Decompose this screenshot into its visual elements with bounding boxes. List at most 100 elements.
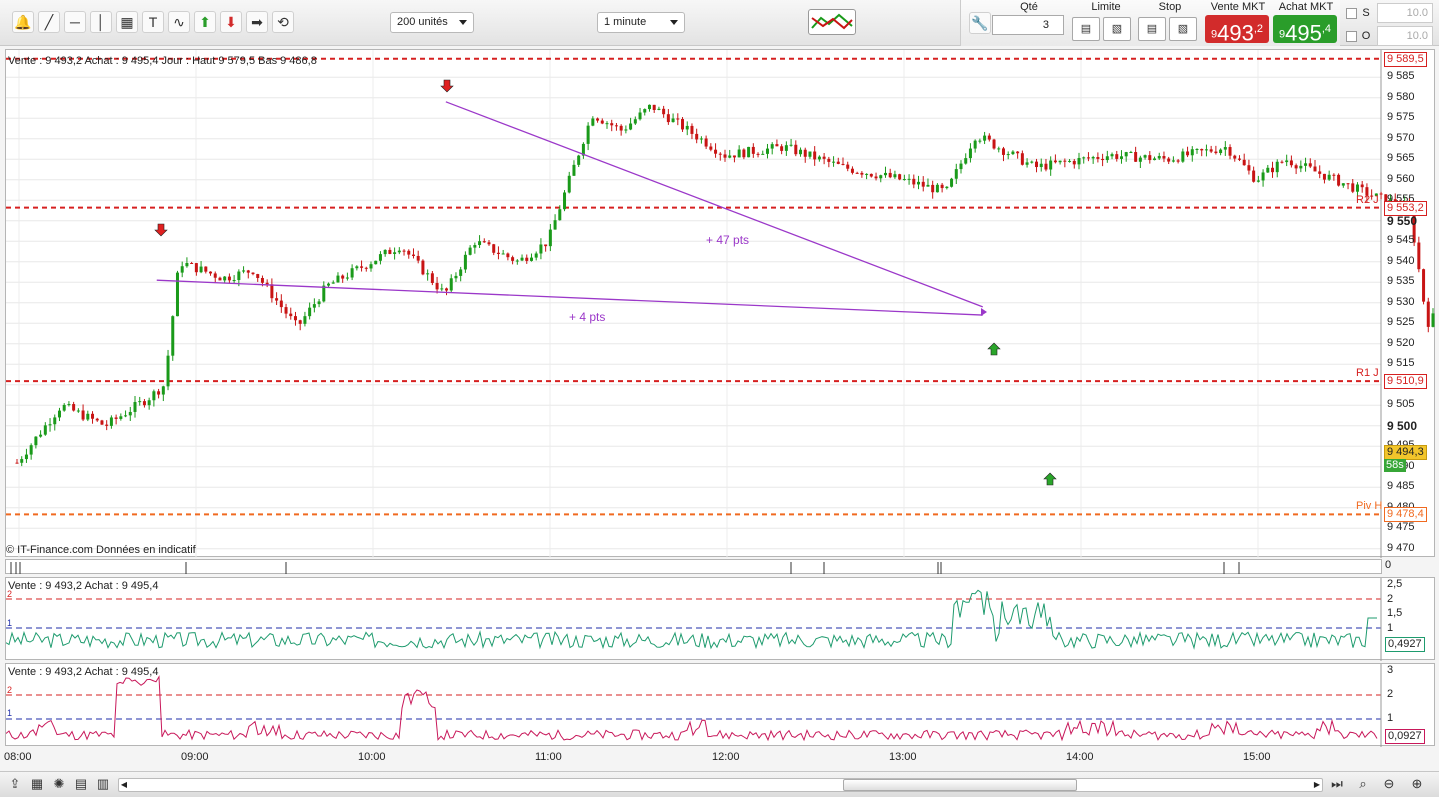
- candle-body: [1016, 151, 1020, 154]
- orders-icon[interactable]: ▥: [94, 775, 112, 793]
- indicator-line: [6, 675, 1378, 742]
- sell-mkt-button[interactable]: 9493,2: [1205, 15, 1269, 46]
- text-tool-icon[interactable]: T: [142, 11, 164, 33]
- candle-body: [20, 459, 24, 463]
- candle-body: [855, 172, 859, 174]
- candle-body: [874, 176, 878, 179]
- zoom-fit-icon[interactable]: ⌕: [1354, 775, 1372, 793]
- candle-body: [242, 270, 246, 272]
- indicator-tool-icon[interactable]: ∿: [168, 11, 190, 33]
- candle-body: [968, 148, 972, 159]
- candle-body: [327, 283, 331, 286]
- candle-body: [931, 184, 935, 193]
- candle-body: [246, 270, 250, 273]
- alerts-icon[interactable]: 🔔: [12, 11, 34, 33]
- candle-body: [1332, 174, 1336, 176]
- candle-body: [534, 253, 538, 258]
- candle-body: [124, 415, 128, 417]
- price-tick: 9 470: [1387, 541, 1415, 554]
- candle-body: [161, 386, 165, 395]
- indicator1-panel[interactable]: Vente : 9 493,2 Achat : 9 495,4 2 1 2,5 …: [5, 577, 1435, 661]
- exit-arrow-tool-icon[interactable]: ➡: [246, 11, 268, 33]
- candle-body: [860, 172, 864, 175]
- candle-body: [973, 140, 977, 149]
- candle-body: [600, 120, 604, 124]
- buy-mkt-button[interactable]: 9495,4: [1273, 15, 1337, 45]
- candle-body: [619, 125, 623, 131]
- pivot-level-tag: 9 589,5: [1384, 51, 1427, 67]
- candle-body: [1417, 242, 1421, 270]
- s-checkbox[interactable]: [1346, 8, 1357, 19]
- candle-body: [1082, 157, 1086, 159]
- stop-sell-button[interactable]: ▧: [1169, 17, 1197, 41]
- sell-arrow-tool-icon[interactable]: ⬇: [220, 11, 242, 33]
- last-price-tag: 9 494,3: [1384, 445, 1427, 460]
- toolbar: 🔔 ╱ ─ │ ▦ T ∿ ⬆ ⬇ ➡ ⟲ 200 unités 1 minute 🔧 Qté 3 …: [0, 0, 1439, 46]
- price-chart-panel[interactable]: Vente : 9 493,2 Achat : 9 495,4 Jour : H…: [5, 49, 1436, 558]
- candle-body: [435, 282, 439, 290]
- candle-body: [893, 174, 897, 178]
- candle-body: [72, 404, 76, 411]
- time-scrollbar[interactable]: ◀ ▶: [118, 778, 1323, 792]
- news-icon[interactable]: ▤: [72, 775, 90, 793]
- scroll-left-icon[interactable]: ◀: [119, 779, 129, 791]
- candle-body: [128, 411, 132, 416]
- candle-body: [289, 313, 293, 317]
- indicator1-value-tag: 0,4927: [1385, 637, 1425, 652]
- stop-buy-button[interactable]: ▤: [1138, 17, 1166, 41]
- scrollbar-thumb[interactable]: [843, 779, 1077, 791]
- wrench-icon[interactable]: 🔧: [969, 12, 991, 34]
- candle-body: [1181, 151, 1185, 162]
- fibonacci-tool-icon[interactable]: ▦: [116, 11, 138, 33]
- candle-body: [799, 149, 803, 155]
- trendline-tool-icon[interactable]: ╱: [38, 11, 60, 33]
- qty-input[interactable]: 3: [992, 15, 1064, 35]
- candle-body: [194, 263, 198, 273]
- candle-body: [1256, 180, 1260, 182]
- chart-type-button[interactable]: [808, 9, 856, 35]
- candle-body: [355, 266, 359, 269]
- candle-body: [445, 288, 449, 291]
- candle-body: [1129, 152, 1133, 154]
- candle-body: [114, 417, 118, 419]
- loop-tool-icon[interactable]: ⟲: [272, 11, 294, 33]
- candle-body: [492, 244, 496, 253]
- candle-body: [633, 119, 637, 124]
- limit-buy-button[interactable]: ▤: [1072, 17, 1100, 41]
- time-tick: 11:00: [535, 751, 562, 763]
- candle-body: [360, 266, 364, 268]
- candle-body: [544, 244, 548, 247]
- indicator1-tick: 2,5: [1387, 578, 1403, 590]
- indicator1-tick: 1,5: [1387, 607, 1403, 619]
- candle-body: [1190, 149, 1194, 156]
- timeframe-select[interactable]: 1 minute: [597, 12, 685, 33]
- candle-body: [1346, 183, 1350, 185]
- limit-label: Limite: [1091, 1, 1121, 13]
- marker-strip-svg: [10, 562, 1240, 574]
- export-icon[interactable]: ⇪: [6, 775, 24, 793]
- bug-icon[interactable]: ✺: [50, 775, 68, 793]
- candle-body: [836, 161, 840, 164]
- horizontal-line-tool-icon[interactable]: ─: [64, 11, 86, 33]
- candle-body: [166, 355, 170, 387]
- jump-to-end-icon[interactable]: ⏭: [1328, 775, 1346, 793]
- candle-body: [1214, 151, 1218, 154]
- candle-body: [563, 192, 567, 210]
- buy-arrow-tool-icon[interactable]: ⬆: [194, 11, 216, 33]
- scroll-right-icon[interactable]: ▶: [1312, 779, 1322, 791]
- price-chart-svg[interactable]: [6, 50, 1436, 558]
- s-label: S: [1362, 7, 1370, 19]
- vertical-line-tool-icon[interactable]: │: [90, 11, 112, 33]
- units-select[interactable]: 200 unités: [390, 12, 474, 33]
- zoom-in-icon[interactable]: ⊕: [1408, 775, 1426, 793]
- o-input[interactable]: 10.0: [1377, 26, 1433, 46]
- indicator2-panel[interactable]: Vente : 9 493,2 Achat : 9 495,4 2 1 3 2 …: [5, 663, 1435, 747]
- s-input[interactable]: 10.0: [1377, 3, 1433, 23]
- limit-sell-button[interactable]: ▧: [1103, 17, 1131, 41]
- candle-body: [227, 276, 231, 281]
- calculator-icon[interactable]: ▦: [28, 775, 46, 793]
- time-tick: 15:00: [1243, 751, 1271, 763]
- sell-price-big: 493: [1217, 20, 1254, 46]
- o-checkbox[interactable]: [1346, 31, 1357, 42]
- zoom-out-icon[interactable]: ⊖: [1380, 775, 1398, 793]
